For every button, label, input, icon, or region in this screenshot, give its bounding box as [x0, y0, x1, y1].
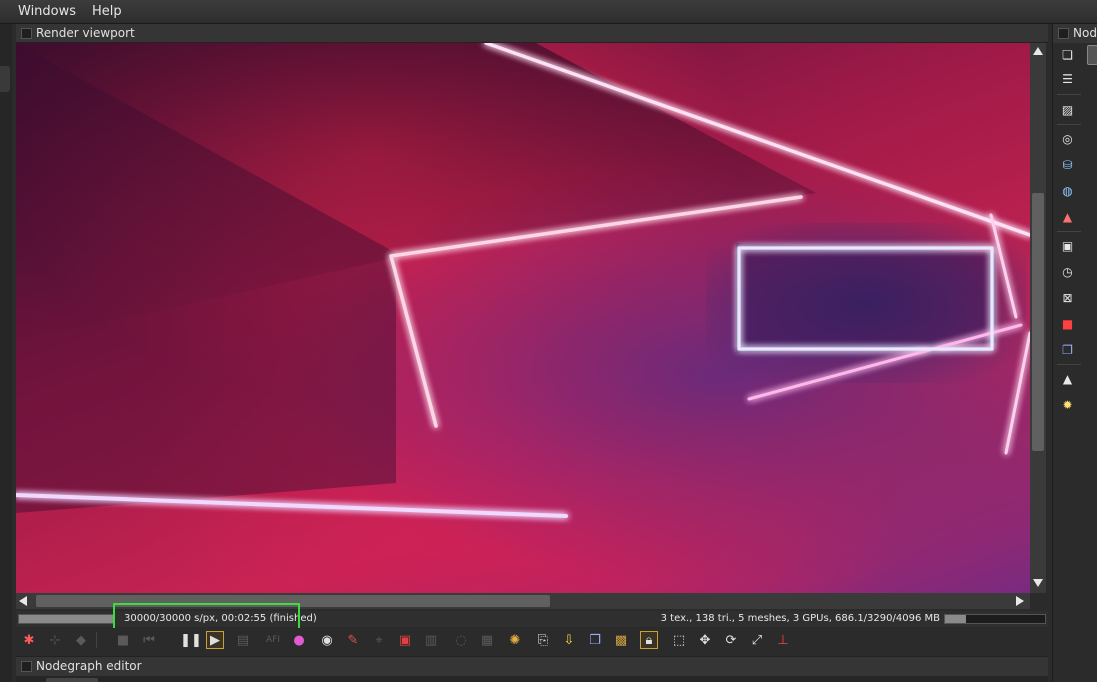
layers-icon[interactable]: ⇩ — [560, 631, 578, 649]
pick-icon[interactable]: ◆ — [72, 631, 90, 649]
afi-icon[interactable]: AFI — [264, 631, 282, 649]
restart-icon[interactable]: ⏮ — [140, 631, 158, 649]
scene-stats-text: 3 tex., 138 tri., 5 meshes, 3 GPUs, 686.… — [660, 613, 940, 624]
denoise-icon[interactable]: ▦ — [478, 631, 496, 649]
render-progress-fill — [19, 615, 113, 623]
cube-icon[interactable]: ⬚ — [670, 631, 688, 649]
image-icon[interactable]: ▨ — [1059, 101, 1076, 118]
viewport-vertical-scrollbar[interactable] — [1030, 43, 1046, 593]
texture-icon[interactable]: ▣ — [1059, 237, 1076, 254]
render-viewport-header: Render viewport — [16, 24, 1048, 43]
render-viewport-title: Render viewport — [36, 26, 135, 40]
axis-icon[interactable]: ⊥ — [774, 631, 792, 649]
transform-icon[interactable]: ⊠ — [1059, 289, 1076, 306]
clock-icon[interactable]: ◷ — [1059, 263, 1076, 280]
lock-icon[interactable]: 🔒︎ — [640, 631, 658, 649]
list-icon[interactable]: ☰ — [1059, 70, 1076, 87]
node-panel-title: Node — [1073, 26, 1097, 40]
layers-icon[interactable]: ❐ — [1059, 341, 1076, 358]
export-icon[interactable]: ✺ — [506, 631, 524, 649]
save-render-icon[interactable]: ⎘ — [534, 631, 552, 649]
render-target-icon[interactable]: ■ — [1059, 315, 1076, 332]
node-panel-separator — [1057, 364, 1081, 365]
scroll-left-icon[interactable] — [19, 596, 27, 606]
render-toolbar: ✱ ⊹ ◆ ■ ⏮ ❚❚ ▶ ▤ AFI ● ◉ ✎ ⌖ ▣ ▥ ◌ ▦ ✺ ⎘… — [16, 628, 1048, 652]
clear-render-icon[interactable]: ✱ — [20, 631, 38, 649]
node-panel: Node ❏ ☰ ▨ ◎ ⛁ ◍ ▲ ▣ ◷ ⊠ ■ ❐ ▲ ✹ — [1052, 24, 1097, 682]
neon-scene — [16, 43, 1030, 518]
menu-windows[interactable]: Windows — [18, 4, 76, 19]
fit-icon[interactable]: ⤢ — [748, 631, 766, 649]
play-icon[interactable]: ▶ — [206, 631, 224, 649]
camera-icon[interactable]: ◎ — [1059, 130, 1076, 147]
tunnel-opening — [736, 243, 996, 353]
color-picker-icon[interactable]: ● — [290, 631, 308, 649]
node-panel-active-tab[interactable] — [1087, 45, 1097, 65]
material-picker-icon[interactable]: ▣ — [396, 631, 414, 649]
display-icon[interactable]: ▤ — [234, 631, 252, 649]
nodegraph-tab-strip — [16, 676, 1048, 682]
panel-toggle-checkbox[interactable] — [21, 28, 32, 39]
menu-help[interactable]: Help — [92, 4, 122, 19]
vertical-scroll-thumb[interactable] — [1032, 193, 1044, 451]
mesh-icon[interactable]: ◍ — [1059, 182, 1076, 199]
window-icon[interactable]: ❏ — [1059, 46, 1076, 63]
scroll-right-icon[interactable] — [1016, 596, 1024, 606]
stop-icon[interactable]: ■ — [114, 631, 132, 649]
node-panel-header: Node — [1053, 24, 1097, 43]
node-panel-separator — [1057, 231, 1081, 232]
layers-stack-icon[interactable]: ❐ — [586, 631, 604, 649]
panel-toggle-checkbox[interactable] — [1058, 28, 1069, 39]
environment-icon[interactable]: ▲ — [1059, 370, 1076, 387]
nodegraph-editor-title: Nodegraph editor — [36, 659, 142, 673]
object-picker-icon[interactable]: ▥ — [422, 631, 440, 649]
node-panel-separator — [1057, 94, 1081, 95]
focus-picker-icon[interactable]: ✎ — [344, 631, 362, 649]
camera-icon[interactable]: ◉ — [318, 631, 336, 649]
scroll-up-icon[interactable] — [1033, 47, 1043, 55]
scroll-down-icon[interactable] — [1033, 579, 1043, 587]
pause-icon[interactable]: ❚❚ — [180, 631, 202, 649]
left-dock-strip — [0, 24, 12, 682]
panel-toggle-checkbox[interactable] — [21, 661, 32, 672]
gpu-memory-bar — [944, 614, 1046, 624]
menu-bar: Windows Help — [0, 0, 1097, 24]
region-icon[interactable]: ⊹ — [46, 631, 64, 649]
nodegraph-editor-header: Nodegraph editor — [16, 656, 1048, 676]
gpu-memory-fill — [945, 615, 966, 623]
checker-icon[interactable]: ▩ — [612, 631, 630, 649]
move-icon[interactable]: ✥ — [696, 631, 714, 649]
dock-handle[interactable] — [0, 66, 10, 92]
toolbar-separator — [96, 632, 97, 648]
geometry-icon[interactable]: ⛁ — [1059, 156, 1076, 173]
film-region-icon[interactable]: ◌ — [452, 631, 470, 649]
light-icon[interactable]: ✹ — [1059, 396, 1076, 413]
material-icon[interactable]: ▲ — [1059, 208, 1076, 225]
render-progress-bar — [18, 614, 114, 624]
rotate-icon[interactable]: ⟳ — [722, 631, 740, 649]
white-balance-icon[interactable]: ⌖ — [370, 631, 388, 649]
nodegraph-tab[interactable] — [46, 678, 98, 682]
render-image[interactable] — [16, 43, 1030, 593]
node-panel-separator — [1057, 124, 1081, 125]
